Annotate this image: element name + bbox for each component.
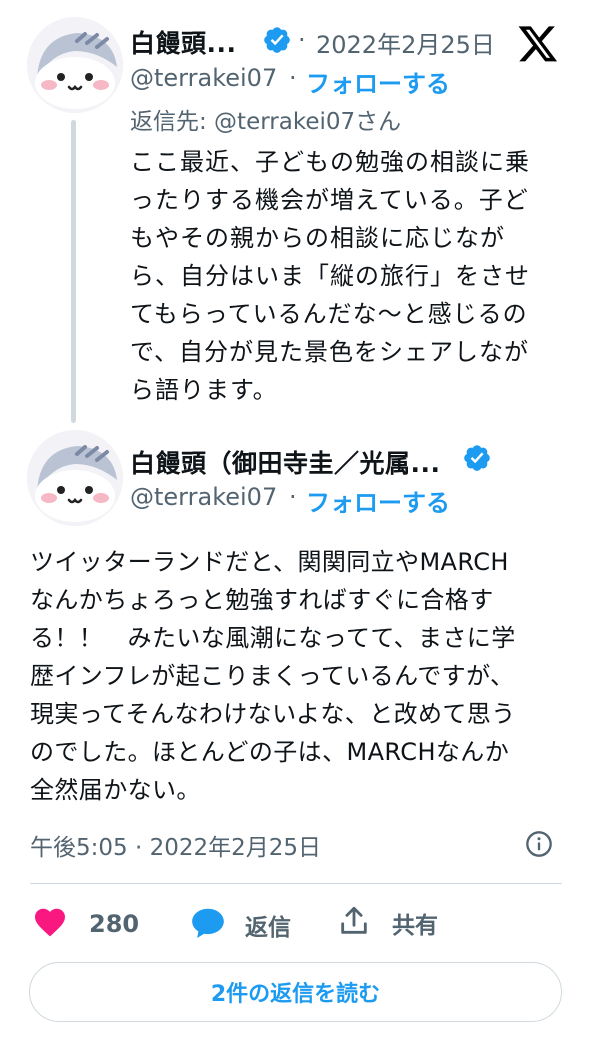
tweet-date[interactable]: 2022年2月25日	[316, 25, 495, 60]
thread-line	[71, 120, 76, 423]
avatar[interactable]	[27, 430, 123, 526]
tweet-text-line: で、自分が見た景色をシェアしなが	[130, 338, 530, 366]
tweet-text-line: ツイッターランドだと、関関同立やMARCH	[30, 548, 509, 576]
tweet-text-line: なんかちょろっと勉強すればすぐに合格す	[30, 586, 494, 614]
separator-dot: ·	[298, 26, 306, 54]
display-name[interactable]: 白饅頭（御田寺圭／光属...	[130, 444, 441, 480]
tweet-text-line: 全然届かない。	[30, 776, 201, 804]
tweet-text-line: ら、自分はいま「縦の旅行」をさせ	[130, 262, 530, 290]
info-icon[interactable]	[525, 830, 553, 858]
verified-badge-icon	[262, 25, 292, 55]
tweet-text-line: る！！ みたいな風潮になってて、まさに学	[30, 624, 516, 652]
divider	[30, 883, 562, 884]
tweet-text-line: てもらっているんだな〜と感じるの	[130, 300, 528, 328]
heart-icon	[32, 904, 68, 944]
separator-dot: ·	[289, 64, 297, 92]
tweet-text-line: もやその親からの相談に応じなが	[130, 224, 505, 252]
follow-button[interactable]: フォローする	[306, 483, 450, 518]
tweet-text-line: ここ最近、子どもの勉強の相談に乗	[130, 148, 530, 176]
tweet-text-line: ったりする機会が増えている。子ど	[130, 186, 529, 214]
share-button[interactable]: 共有	[337, 904, 438, 942]
share-label: 共有	[392, 913, 438, 939]
tweet-text-line: のでした。ほとんどの子は、MARCHなんか	[30, 738, 510, 766]
speech-bubble-icon	[189, 904, 227, 946]
follow-button[interactable]: フォローする	[306, 64, 450, 99]
tweet-text-line: ら語ります。	[130, 376, 278, 404]
x-logo-icon[interactable]	[515, 22, 561, 64]
share-icon	[337, 904, 371, 942]
tweet-timestamp[interactable]: 午後5:05 · 2022年2月25日	[30, 828, 321, 862]
read-replies-button[interactable]: 2件の返信を読む	[29, 962, 562, 1022]
tweet-text-line: 現実ってそんなわけないよな、と改めて思う	[30, 700, 516, 728]
handle[interactable]: @terrakei07	[130, 483, 277, 511]
like-button[interactable]: 280	[32, 904, 139, 944]
display-name[interactable]: 白饅頭...	[130, 24, 237, 60]
handle[interactable]: @terrakei07	[130, 64, 277, 92]
tweet-text: ここ最近、子どもの勉強の相談に乗 ったりする機会が増えている。子ど もやその親か…	[130, 143, 560, 409]
separator-dot: ·	[289, 483, 297, 511]
tweet-text-line: 歴インフレが起こりまくっているんですが、	[30, 662, 515, 690]
tweet-text: ツイッターランドだと、関関同立やMARCH なんかちょろっと勉強すればすぐに合格…	[30, 543, 570, 809]
reply-button[interactable]: 返信	[189, 904, 291, 946]
reply-label: 返信	[245, 915, 291, 941]
like-count: 280	[89, 910, 140, 938]
avatar[interactable]	[27, 17, 123, 113]
verified-badge-icon	[462, 443, 492, 473]
reply-to-label[interactable]: 返信先: @terrakei07さん	[130, 102, 401, 136]
